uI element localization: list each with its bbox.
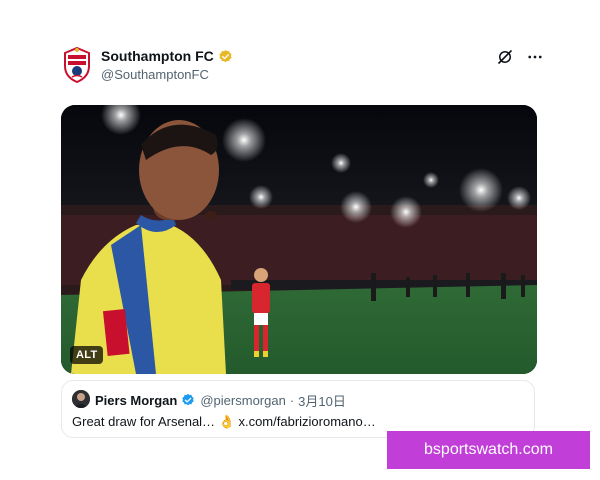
tweet-card: Southampton FC @SouthamptonFC ALT Piers … — [0, 0, 600, 480]
quoted-tweet-header: Piers Morgan @piersmorgan · 3月10日 — [95, 391, 346, 410]
club-crest-icon[interactable] — [62, 46, 92, 84]
author-name-row: Southampton FC — [101, 48, 233, 64]
quoted-tweet-date[interactable]: 3月10日 — [298, 391, 346, 410]
quoted-author-name[interactable]: Piers Morgan — [95, 393, 177, 408]
quoted-author-handle[interactable]: @piersmorgan — [200, 393, 285, 408]
grok-icon[interactable] — [496, 48, 514, 66]
header-actions — [496, 48, 544, 66]
author-display-name[interactable]: Southampton FC — [101, 48, 214, 64]
blue-verified-icon[interactable] — [181, 393, 196, 408]
watermark-banner: bsportswatch.com — [387, 431, 590, 469]
gold-verified-icon[interactable] — [218, 49, 233, 64]
more-icon[interactable] — [526, 48, 544, 66]
quoted-tweet[interactable]: Piers Morgan @piersmorgan · 3月10日 Great … — [61, 380, 535, 438]
author-handle[interactable]: @SouthamptonFC — [101, 67, 209, 82]
alt-text-badge[interactable]: ALT — [70, 346, 104, 364]
tweet-media-video[interactable]: ALT — [61, 105, 537, 374]
quoted-tweet-text: Great draw for Arsenal… 👌 x.com/fabrizio… — [72, 414, 376, 429]
quoted-author-avatar[interactable] — [72, 390, 90, 408]
meta-separator: · — [289, 393, 295, 408]
